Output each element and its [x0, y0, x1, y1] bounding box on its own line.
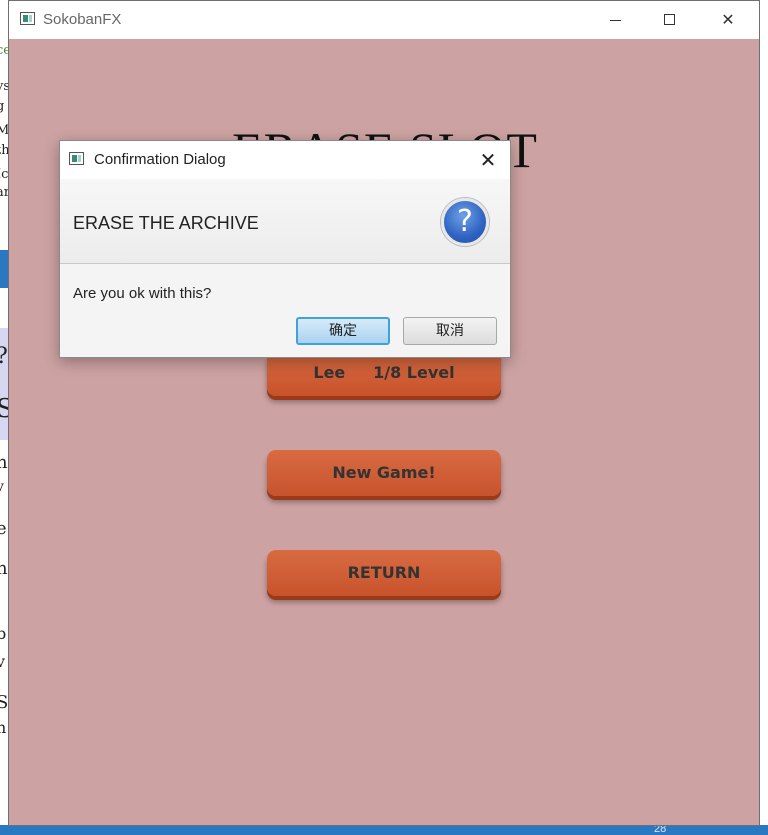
maximize-icon	[664, 14, 675, 25]
ok-button[interactable]: 确定	[296, 317, 390, 345]
background-text: n	[0, 718, 7, 737]
dialog-header-text: ERASE THE ARCHIVE	[73, 213, 259, 233]
window-title: SokobanFX	[43, 11, 122, 28]
close-icon: ✕	[721, 10, 735, 29]
app-icon	[20, 12, 35, 25]
cancel-button[interactable]: 取消	[403, 317, 497, 345]
dialog-close-icon[interactable]: ✕	[474, 147, 502, 173]
taskbar	[0, 825, 768, 835]
question-icon: ?	[441, 198, 489, 246]
background-text: y	[0, 480, 4, 494]
new-game-button[interactable]: New Game!	[267, 450, 501, 496]
background-text: ?	[0, 346, 8, 368]
background-text: e	[0, 518, 7, 539]
background-text: v	[0, 652, 6, 671]
confirmation-dialog: Confirmation Dialog ✕ ERASE THE ARCHIVE …	[59, 140, 511, 358]
maximize-button[interactable]	[647, 1, 693, 39]
dialog-content-text: Are you ok with this?	[73, 285, 212, 302]
background-text: b	[0, 624, 7, 643]
dialog-header: ERASE THE ARCHIVE ?	[60, 179, 510, 264]
minimize-icon	[610, 20, 621, 21]
dialog-titlebar[interactable]: Confirmation Dialog ✕	[60, 141, 510, 179]
close-button[interactable]: ✕	[705, 1, 751, 39]
background-text: g	[0, 99, 5, 114]
window-titlebar[interactable]: SokobanFX ✕	[9, 1, 759, 39]
minimize-button[interactable]	[593, 1, 639, 39]
return-button[interactable]: RETURN	[267, 550, 501, 596]
main-window: SokobanFX ✕ ERASE SLOT Lee 1/8 Level New…	[8, 0, 760, 826]
dialog-title: Confirmation Dialog	[94, 151, 226, 168]
dialog-app-icon	[69, 152, 84, 165]
